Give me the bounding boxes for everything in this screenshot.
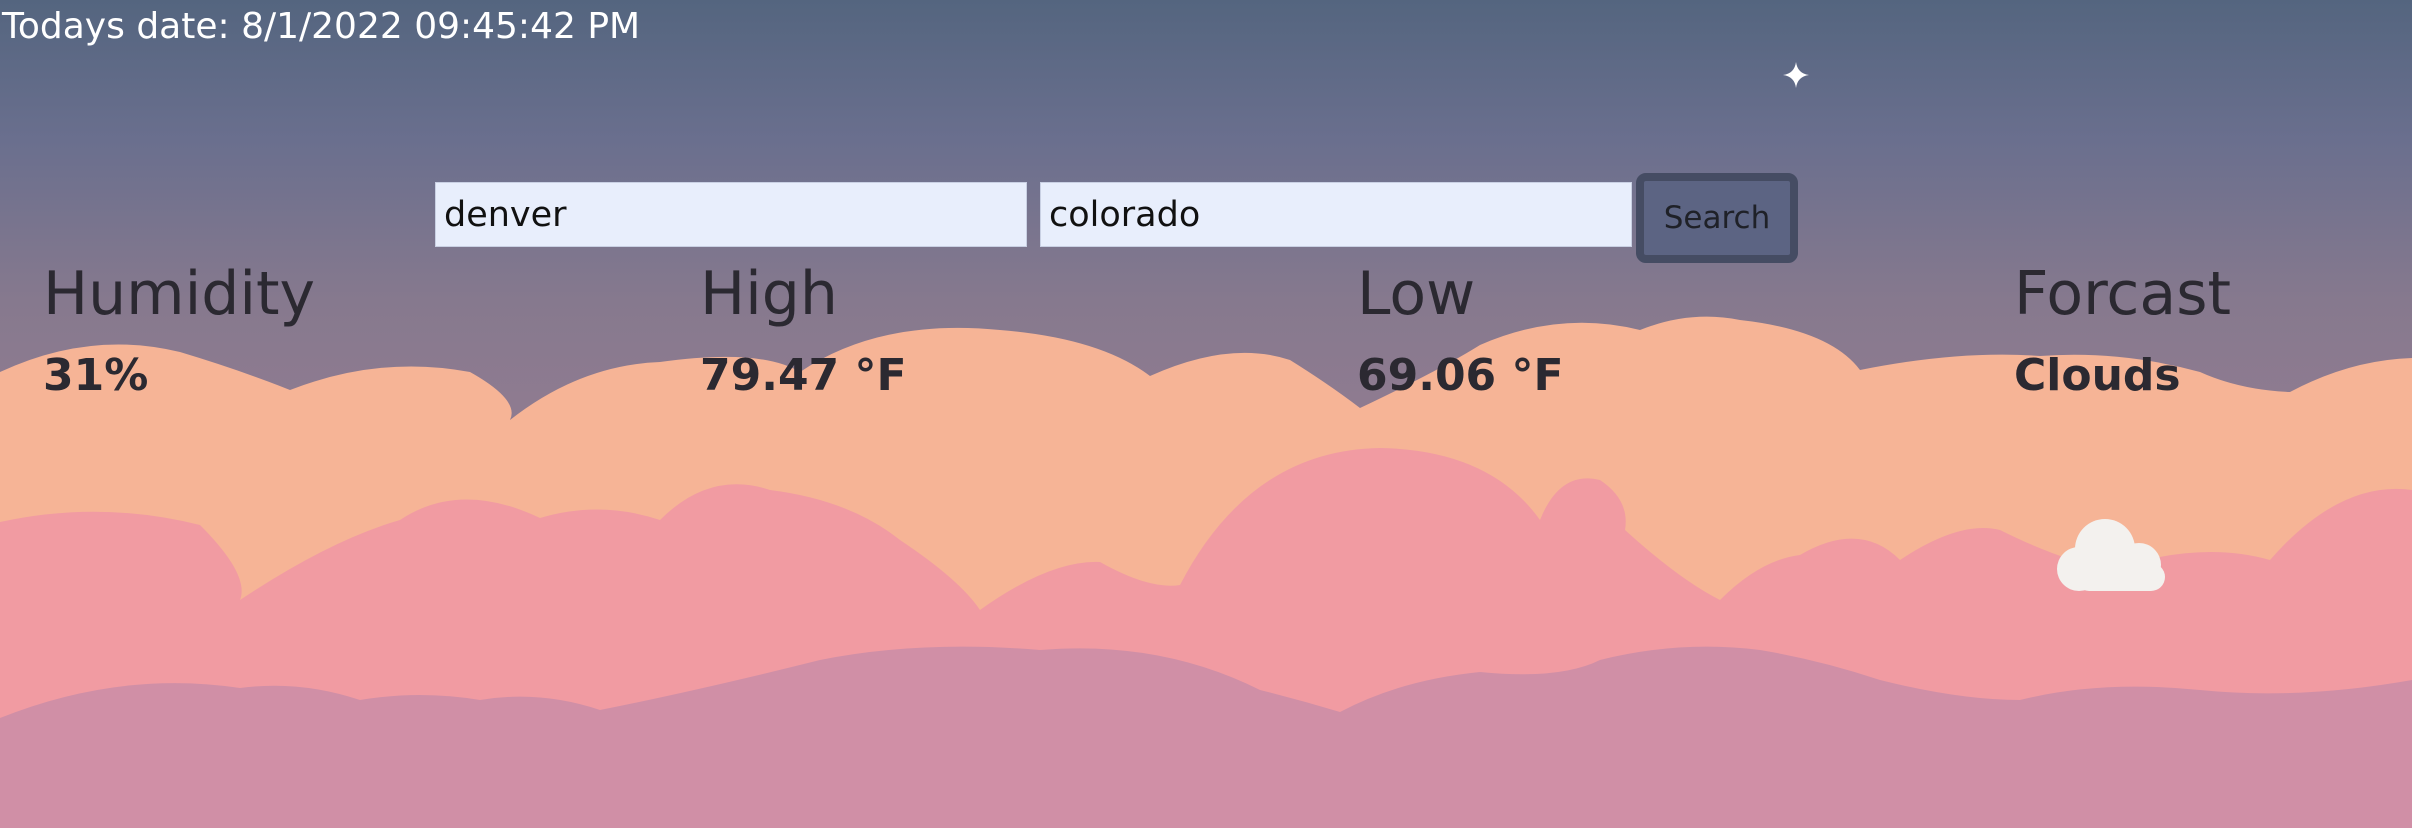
humidity-label: Humidity bbox=[43, 259, 316, 329]
forecast-stat: Forcast Clouds bbox=[2014, 262, 2231, 399]
forecast-label: Forcast bbox=[2014, 259, 2231, 329]
state-input[interactable] bbox=[1040, 182, 1632, 247]
city-input[interactable] bbox=[435, 182, 1027, 247]
search-button[interactable]: Search bbox=[1636, 173, 1798, 263]
cloud-icon bbox=[2057, 519, 2165, 591]
high-temp-value: 79.47 °F bbox=[700, 350, 907, 401]
low-temp-stat: Low 69.06 °F bbox=[1357, 262, 1564, 399]
low-temp-value: 69.06 °F bbox=[1357, 350, 1564, 401]
low-temp-label: Low bbox=[1357, 259, 1476, 329]
weather-app-page: Todays date: 8/1/2022 09:45:42 PM Search… bbox=[0, 0, 2412, 828]
humidity-stat: Humidity 31% bbox=[43, 262, 315, 399]
high-temp-label: High bbox=[700, 259, 838, 329]
forecast-value: Clouds bbox=[2014, 350, 2181, 401]
high-temp-stat: High 79.47 °F bbox=[700, 262, 907, 399]
cloud-background bbox=[0, 316, 2412, 828]
current-date-label: Todays date: 8/1/2022 09:45:42 PM bbox=[2, 6, 641, 47]
star-icon bbox=[1783, 62, 1809, 88]
humidity-value: 31% bbox=[43, 350, 149, 401]
